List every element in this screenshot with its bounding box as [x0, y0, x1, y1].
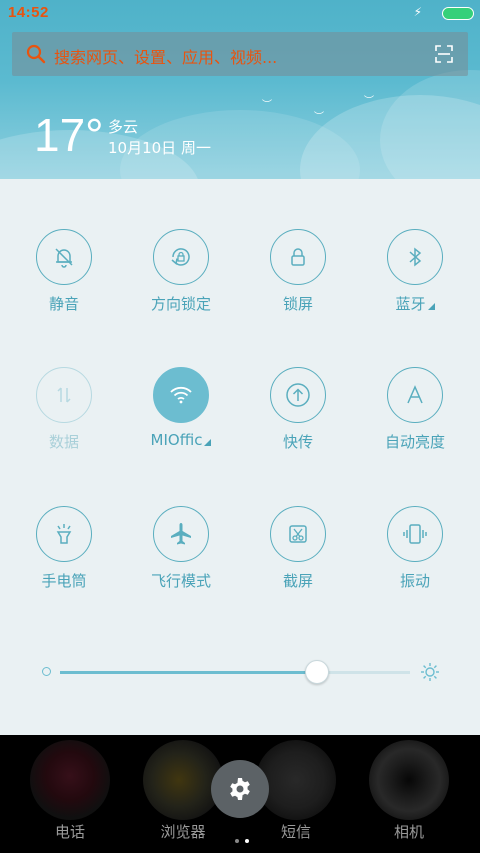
- slider-knob[interactable]: [305, 660, 329, 684]
- tile-circle[interactable]: [387, 229, 443, 285]
- rotation-lock-icon: [171, 248, 190, 266]
- tile-lock-screen[interactable]: 锁屏: [248, 229, 348, 314]
- auto-brightness-icon: [407, 385, 423, 404]
- tile-circle[interactable]: [153, 229, 209, 285]
- menu-indicator-icon[interactable]: [204, 439, 212, 446]
- tile-mute[interactable]: 静音: [14, 229, 114, 314]
- tile-circle[interactable]: [153, 367, 209, 423]
- tile-label-text: MIOffic: [150, 431, 203, 449]
- tile-wifi[interactable]: MIOffic: [131, 367, 231, 449]
- charging-icon: ⚡: [413, 5, 422, 19]
- bluetooth-icon: [409, 247, 422, 267]
- tile-label: 数据: [48, 433, 79, 451]
- tile-screenshot[interactable]: 截屏: [248, 506, 348, 591]
- tile-circle[interactable]: [387, 506, 443, 562]
- status-bar: 14:52 ⚡: [0, 0, 480, 26]
- messages-icon[interactable]: [256, 740, 336, 820]
- flashlight-icon: [56, 524, 72, 544]
- quick-settings-panel: 静音 方向锁定 锁屏 蓝牙 数据 MIOffic 快传 自动亮度 手电筒 飞行模…: [0, 179, 480, 735]
- wifi-icon: [170, 386, 192, 404]
- camera-icon[interactable]: [369, 740, 449, 820]
- scan-icon[interactable]: [434, 44, 454, 64]
- tile-label: 快传: [282, 433, 313, 451]
- dock-app-label: 浏览器: [160, 823, 206, 841]
- dock-app-phone[interactable]: 电话: [20, 735, 120, 842]
- gear-icon: [230, 778, 250, 800]
- scissors-icon: [289, 525, 307, 543]
- tile-label: 手电筒: [41, 572, 87, 590]
- tile-circle[interactable]: [270, 229, 326, 285]
- tile-rotation-lock[interactable]: 方向锁定: [131, 229, 231, 314]
- battery-icon: [442, 7, 474, 20]
- upload-icon: [286, 383, 310, 407]
- vibrate-icon: [403, 524, 427, 544]
- tile-label: 振动: [399, 572, 430, 590]
- dock-app-label: 短信: [280, 823, 311, 841]
- tile-label: 静音: [48, 295, 79, 313]
- dock-app-camera[interactable]: 相机: [359, 735, 459, 842]
- bird-decoration: ︶: [314, 112, 324, 123]
- tile-circle[interactable]: [36, 506, 92, 562]
- tile-circle[interactable]: [270, 506, 326, 562]
- tile-label: 截屏: [282, 572, 313, 590]
- page-indicator: [232, 828, 252, 847]
- slider-fill: [60, 671, 316, 674]
- page-dot: [235, 839, 239, 843]
- tile-label: 蓝牙: [365, 293, 465, 314]
- phone-icon[interactable]: [30, 740, 110, 820]
- tile-circle[interactable]: [36, 229, 92, 285]
- page-dot-active: [245, 839, 249, 843]
- weather-condition: 多云: [108, 118, 139, 136]
- search-bar[interactable]: 搜索网页、设置、应用、视频...: [12, 32, 468, 76]
- menu-indicator-icon[interactable]: [427, 303, 435, 310]
- tile-circle[interactable]: [36, 367, 92, 423]
- tile-circle[interactable]: [270, 367, 326, 423]
- tile-circle[interactable]: [387, 367, 443, 423]
- dock-app-label: 相机: [393, 823, 424, 841]
- brightness-slider[interactable]: [40, 658, 440, 688]
- tile-flashlight[interactable]: 手电筒: [14, 506, 114, 591]
- airplane-icon: [171, 523, 191, 545]
- bird-decoration: ︶: [364, 96, 374, 107]
- bird-decoration: ︶: [262, 100, 272, 111]
- lock-icon: [291, 248, 305, 266]
- bell-off-icon: [55, 248, 73, 268]
- tile-auto-brightness[interactable]: 自动亮度: [365, 367, 465, 452]
- status-time: 14:52: [8, 4, 49, 21]
- weather-date: 10月10日 周一: [108, 139, 211, 157]
- tile-data[interactable]: 数据: [14, 367, 114, 452]
- dock-app-label: 电话: [54, 823, 85, 841]
- tile-label: 方向锁定: [150, 295, 211, 313]
- tile-label-text: 蓝牙: [395, 295, 426, 313]
- cloud-decoration: [380, 70, 480, 180]
- tile-circle[interactable]: [153, 506, 209, 562]
- tile-label: MIOffic: [131, 431, 231, 449]
- weather-header: ︶ ︶ ︶ 14:52 ⚡ 搜索网页、设置、应用、视频... 17° 多云 10…: [0, 0, 480, 180]
- tile-bluetooth[interactable]: 蓝牙: [365, 229, 465, 314]
- brightness-low-icon: [42, 667, 51, 676]
- tile-vibrate[interactable]: 振动: [365, 506, 465, 591]
- tile-airplane-mode[interactable]: 飞行模式: [131, 506, 231, 591]
- data-arrows-icon: [57, 387, 71, 403]
- tile-label: 锁屏: [282, 295, 313, 313]
- temperature: 17°: [34, 109, 104, 161]
- search-input[interactable]: 搜索网页、设置、应用、视频...: [54, 44, 277, 68]
- tile-label: 飞行模式: [150, 572, 211, 590]
- tile-quick-transfer[interactable]: 快传: [248, 367, 348, 452]
- settings-button[interactable]: [211, 760, 269, 818]
- search-icon: [26, 44, 46, 64]
- browser-icon[interactable]: [143, 740, 223, 820]
- brightness-high-icon: [421, 663, 439, 681]
- tile-label: 自动亮度: [384, 433, 445, 451]
